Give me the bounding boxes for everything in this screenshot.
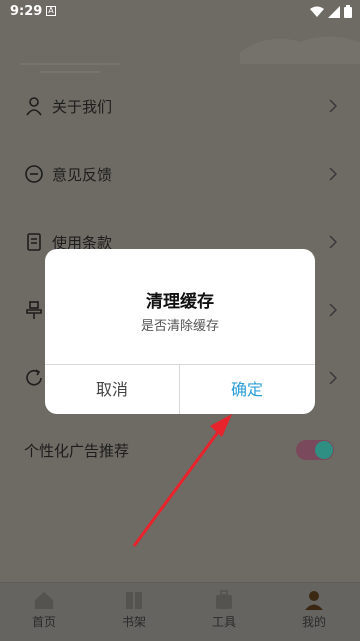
toolbox-icon <box>216 590 232 609</box>
dialog-message: 是否清除缓存 <box>140 319 219 334</box>
chevron-right-icon <box>329 99 338 113</box>
user-icon <box>305 591 323 610</box>
nav-item-label: 工具 <box>211 615 236 629</box>
stamp-icon <box>26 301 42 319</box>
chat-icon <box>25 165 43 183</box>
menu-item-feedback[interactable]: 意见反馈 <box>0 154 360 194</box>
menu-item-about[interactable]: 关于我们 <box>0 86 360 126</box>
header-landscape-art <box>20 36 360 73</box>
chevron-right-icon <box>329 371 338 385</box>
ad-toggle-label: 个性化广告推荐 <box>24 442 130 460</box>
chevron-right-icon <box>329 303 338 317</box>
menu-item-label: 关于我们 <box>52 98 113 116</box>
notification-icon: A <box>46 6 56 16</box>
bookshelf-icon <box>126 592 142 609</box>
status-time: 9:29 <box>10 4 43 19</box>
nav-item-label: 书架 <box>121 615 146 629</box>
home-icon <box>35 592 53 609</box>
ad-personalization-toggle[interactable] <box>296 440 334 460</box>
signal-icon <box>328 5 340 18</box>
nav-item-bookshelf[interactable]: 书架 <box>104 589 164 630</box>
status-bar: 9:29 A <box>0 0 360 24</box>
dialog-title: 清理缓存 <box>146 292 214 312</box>
status-icons <box>310 5 352 18</box>
chevron-right-icon <box>329 235 338 249</box>
refresh-icon <box>26 369 42 386</box>
document-icon <box>27 233 41 251</box>
wifi-icon <box>310 6 324 17</box>
bottom-nav: 首页 书架 工具 我的 <box>0 582 360 641</box>
nav-item-home[interactable]: 首页 <box>14 589 74 630</box>
person-icon <box>26 97 42 116</box>
nav-item-tools[interactable]: 工具 <box>194 589 254 630</box>
cancel-button[interactable]: 取消 <box>45 365 179 414</box>
confirm-button[interactable]: 确定 <box>180 365 314 414</box>
battery-icon <box>344 5 352 18</box>
toggle-knob <box>315 441 333 459</box>
nav-item-mine[interactable]: 我的 <box>284 589 344 630</box>
clear-cache-dialog: 清理缓存 是否清除缓存 取消 确定 <box>45 249 315 414</box>
nav-item-label: 首页 <box>31 615 56 629</box>
nav-item-label: 我的 <box>301 615 326 629</box>
menu-item-label: 意见反馈 <box>52 166 113 184</box>
chevron-right-icon <box>329 167 338 181</box>
